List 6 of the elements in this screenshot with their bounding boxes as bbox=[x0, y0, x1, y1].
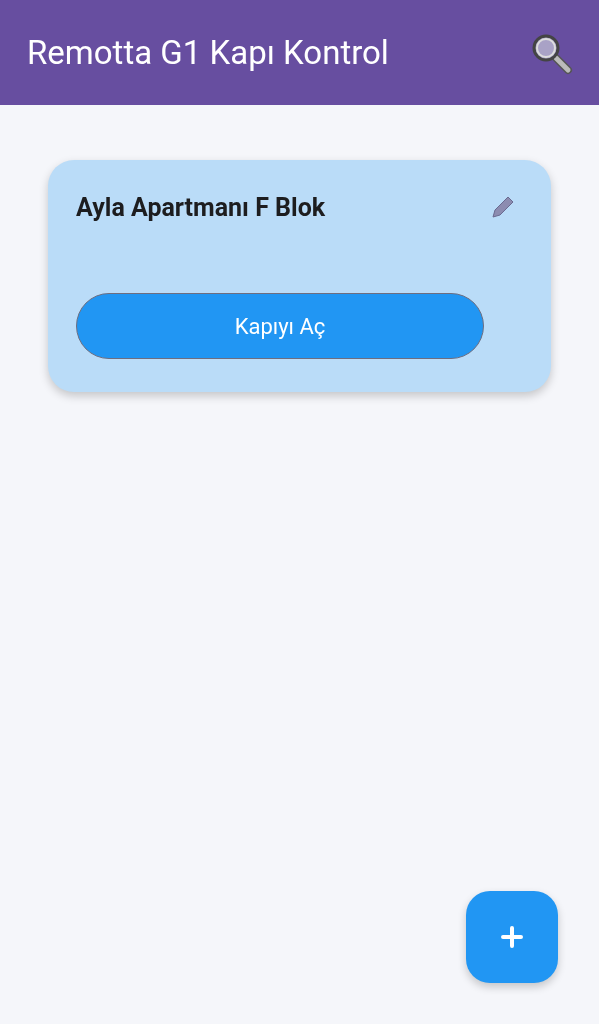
add-button[interactable] bbox=[466, 891, 558, 983]
plus-icon bbox=[501, 926, 523, 948]
pencil-icon[interactable] bbox=[491, 195, 515, 219]
device-name: Ayla Apartmanı F Blok bbox=[76, 193, 326, 222]
app-title: Remotta G1 Kapı Kontrol bbox=[27, 33, 389, 72]
open-door-button[interactable]: Kapıyı Aç bbox=[76, 293, 484, 359]
